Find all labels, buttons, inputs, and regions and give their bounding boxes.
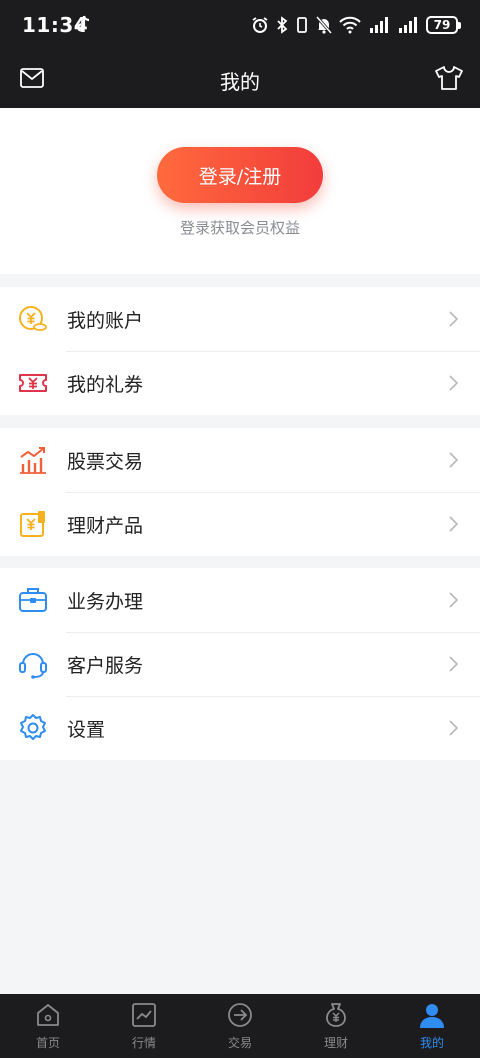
chevron-right-icon (449, 656, 458, 672)
menu-group-account: 我的账户 我的礼券 (0, 287, 480, 415)
money-bag-icon (326, 1003, 346, 1027)
account-coin-icon (19, 306, 47, 331)
menu-group-investment: 股票交易 理财产品 (0, 428, 480, 556)
signal-4g-icon (399, 17, 417, 33)
tab-trade[interactable]: 交易 (192, 994, 288, 1058)
gear-icon (20, 714, 46, 740)
coupon-icon (19, 374, 47, 392)
page-title: 我的 (220, 70, 260, 94)
chevron-right-icon (449, 592, 458, 608)
nav-bar: 我的 (0, 50, 480, 108)
theme-shirt-icon[interactable] (434, 65, 464, 91)
menu-group-services: 业务办理 客户服务 设置 (0, 568, 480, 760)
status-icons: 79 (251, 14, 461, 36)
tab-label: 理财 (323, 1036, 348, 1050)
menu-label: 股票交易 (67, 450, 144, 473)
tab-home[interactable]: 首页 (0, 994, 96, 1058)
stock-chart-icon (20, 447, 46, 474)
login-register-button[interactable]: 登录/注册 (157, 147, 323, 203)
alarm-icon (252, 17, 268, 33)
menu-label: 客户服务 (67, 654, 144, 677)
menu-item-finance-products[interactable]: 理财产品 (0, 492, 480, 556)
briefcase-icon (19, 588, 47, 612)
menu-item-my-coupons[interactable]: 我的礼券 (0, 351, 480, 415)
battery-indicator: 79 (426, 16, 461, 34)
menu-item-business-handling[interactable]: 业务办理 (0, 568, 480, 632)
menu-label: 理财产品 (67, 514, 144, 537)
menu-label: 设置 (67, 718, 106, 741)
tab-finance[interactable]: 理财 (288, 994, 384, 1058)
user-icon (420, 1004, 444, 1028)
headset-icon (19, 653, 47, 679)
menu-item-customer-service[interactable]: 客户服务 (0, 632, 480, 696)
chevron-right-icon (449, 516, 458, 532)
menu-label: 我的账户 (67, 309, 144, 332)
signal-4g-icon (370, 17, 388, 33)
bottom-tab-bar: 首页 行情 交易 理财 我的 (0, 994, 480, 1058)
market-chart-icon (132, 1003, 156, 1027)
login-hint: 登录获取会员权益 (179, 219, 300, 237)
status-bar: 11:34 79 (0, 0, 480, 50)
menu-item-my-account[interactable]: 我的账户 (0, 287, 480, 351)
chevron-right-icon (449, 311, 458, 327)
tab-label: 交易 (227, 1036, 252, 1050)
mute-bell-icon (316, 16, 332, 34)
tiktok-icon (76, 15, 90, 32)
tab-label: 我的 (419, 1036, 444, 1050)
menu-item-settings[interactable]: 设置 (0, 696, 480, 760)
battery-level: 79 (433, 18, 451, 32)
menu-item-stock-trading[interactable]: 股票交易 (0, 428, 480, 492)
tab-label: 行情 (131, 1036, 156, 1050)
tab-market[interactable]: 行情 (96, 994, 192, 1058)
trade-icon (228, 1003, 252, 1027)
menu-label: 业务办理 (67, 590, 144, 613)
bluetooth-icon (277, 16, 288, 34)
tab-mine[interactable]: 我的 (384, 994, 480, 1058)
chevron-right-icon (449, 452, 458, 468)
finance-product-icon (20, 511, 45, 537)
wifi-icon (339, 16, 361, 34)
home-icon (37, 1004, 59, 1026)
chevron-right-icon (449, 720, 458, 736)
login-section: 登录/注册 登录获取会员权益 (0, 108, 480, 274)
vibrate-icon (297, 17, 307, 33)
menu-label: 我的礼券 (67, 373, 144, 396)
tab-label: 首页 (35, 1036, 60, 1050)
chevron-right-icon (449, 375, 458, 391)
